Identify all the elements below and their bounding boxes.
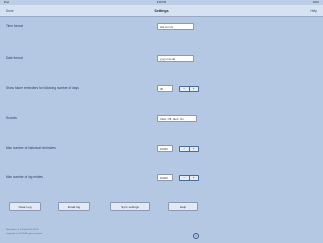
max-log-row: Max number of log entries 10000 − +	[0, 171, 323, 183]
max-log-stepper[interactable]: − +	[179, 174, 199, 181]
copyright-text: Copyright (c) 2012 All rights reserved	[6, 232, 42, 235]
date-format-row: Date format yyyy-mm-dd	[0, 52, 323, 64]
time-format-label: Time format	[6, 24, 23, 28]
max-historical-stepper[interactable]: − +	[179, 145, 199, 152]
future-days-field[interactable]: 30	[157, 85, 173, 92]
future-days-row: Show future reminders for following numb…	[0, 82, 323, 94]
future-days-decrement[interactable]: −	[180, 86, 190, 91]
battery-label: 100%	[312, 1, 319, 4]
sync-settings-button[interactable]: Sync settings	[110, 202, 150, 211]
future-days-label: Show future reminders for following numb…	[6, 86, 79, 90]
sounds-label: Sounds	[6, 116, 17, 120]
help-nav-button[interactable]: Help	[310, 9, 317, 13]
time-format-field[interactable]: HH:mm:ss	[157, 23, 194, 30]
max-historical-increment[interactable]: +	[190, 147, 199, 151]
navigation-bar: Done Settings Help	[0, 5, 323, 17]
clear-log-button[interactable]: Clear Log	[9, 202, 41, 211]
max-log-decrement[interactable]: −	[180, 175, 190, 180]
sounds-row: Sounds Click, Off, Alert, On	[0, 112, 323, 124]
max-log-label: Max number of log entries	[6, 175, 43, 179]
date-format-field[interactable]: yyyy-mm-dd	[157, 55, 194, 62]
future-days-increment[interactable]: +	[190, 87, 199, 91]
time-format-row: Time format HH:mm:ss	[0, 20, 323, 32]
email-log-button[interactable]: Email log	[58, 202, 90, 211]
max-log-increment[interactable]: +	[190, 176, 199, 180]
info-icon[interactable]: i	[193, 233, 199, 239]
page-title: Settings	[154, 8, 169, 13]
max-historical-row: Max number of historical reminders 10000…	[0, 142, 323, 154]
sounds-field[interactable]: Click, Off, Alert, On	[157, 115, 197, 122]
max-historical-decrement[interactable]: −	[180, 146, 190, 151]
date-format-label: Date format	[6, 56, 23, 60]
future-days-stepper[interactable]: − +	[179, 85, 199, 92]
status-time: 8:08 PM	[156, 1, 167, 4]
help-button[interactable]: Help	[168, 202, 198, 211]
max-historical-field[interactable]: 10000	[157, 145, 173, 152]
max-log-field[interactable]: 10000	[157, 174, 173, 181]
max-historical-label: Max number of historical reminders	[6, 146, 56, 150]
